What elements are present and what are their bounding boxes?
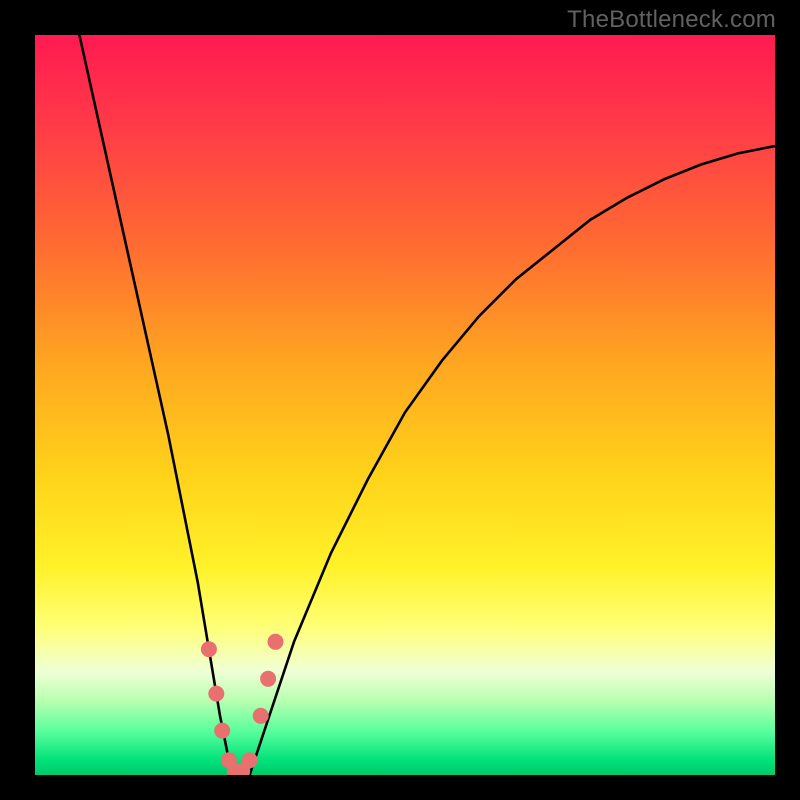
attribution-text: TheBottleneck.com	[567, 6, 776, 34]
curve-marker	[214, 723, 230, 739]
curve-marker	[253, 708, 269, 724]
plot-area	[35, 35, 775, 775]
curve-marker	[201, 641, 217, 657]
curve-marker	[242, 752, 258, 768]
curve-marker	[268, 634, 284, 650]
chart-svg	[35, 35, 775, 775]
chart-frame: TheBottleneck.com	[0, 0, 800, 800]
curve-marker	[208, 686, 224, 702]
bottleneck-curve	[79, 35, 775, 775]
curve-marker	[260, 671, 276, 687]
curve-markers	[201, 634, 284, 775]
